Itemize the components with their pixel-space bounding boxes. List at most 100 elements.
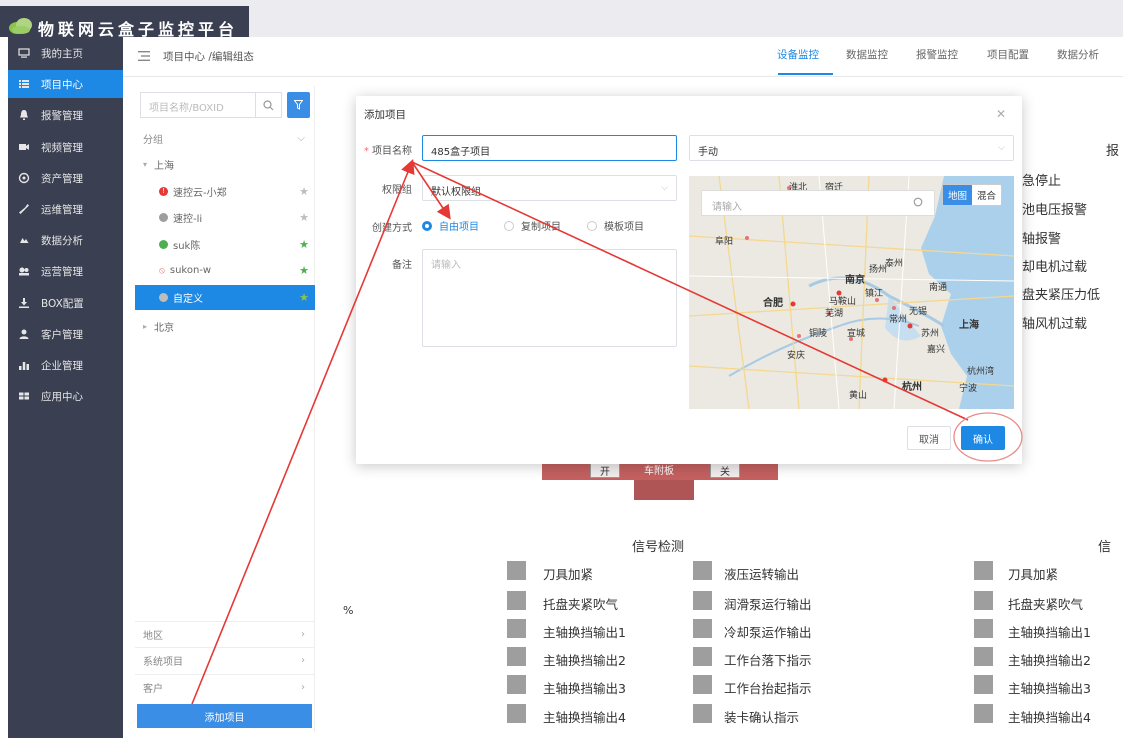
tab-device-monitor[interactable]: 设备监控 xyxy=(777,47,819,62)
signal-indicator xyxy=(507,647,526,666)
signal-label: 工作台落下指示 xyxy=(724,653,812,668)
signal-indicator xyxy=(974,619,993,638)
chevron-down-icon: ⌵ xyxy=(661,183,668,193)
sidebar-item[interactable]: 资产管理 xyxy=(8,164,123,192)
map-type-map[interactable]: 地图 xyxy=(943,185,973,205)
radio-free-project[interactable]: 自由项目 xyxy=(422,218,479,233)
user-group-icon xyxy=(17,327,31,341)
tab-project-config[interactable]: 项目配置 xyxy=(987,47,1029,62)
map-city-label: 无锡 xyxy=(909,307,928,317)
section-system-project[interactable]: 系统项目 › xyxy=(135,647,315,673)
close-icon[interactable]: ✕ xyxy=(996,107,1006,121)
sidebar-item[interactable]: 我的主页 xyxy=(8,39,123,67)
sidebar-item[interactable]: 客户管理 xyxy=(8,320,123,348)
tree-item[interactable]: 自定义 ★ xyxy=(135,285,315,310)
signal-indicator xyxy=(507,704,526,723)
star-icon[interactable]: ★ xyxy=(299,185,309,198)
sidebar-item[interactable]: 项目中心 xyxy=(8,70,123,98)
add-project-button[interactable]: 添加项目 xyxy=(137,704,312,728)
signal-label: 托盘夹紧吹气 xyxy=(543,597,619,612)
radio-copy-project[interactable]: 复制项目 xyxy=(504,218,561,233)
map-city-label: 黄山 xyxy=(849,391,868,401)
tree-group-beijing[interactable]: ▸ 北京 xyxy=(135,314,315,339)
star-icon[interactable]: ★ xyxy=(299,264,309,277)
search-icon xyxy=(263,99,274,110)
search-icon[interactable] xyxy=(913,197,924,208)
signal-indicator xyxy=(693,647,712,666)
signal-indicator xyxy=(507,591,526,610)
signal-label: 刀具加紧 xyxy=(1008,567,1059,582)
mode-select[interactable]: 手动 ⌵ xyxy=(689,135,1014,161)
radio-circle xyxy=(422,220,432,231)
signal-indicator xyxy=(507,675,526,694)
star-icon[interactable]: ★ xyxy=(299,211,309,224)
active-tab-indicator xyxy=(778,73,833,75)
map-city-label: 常州 xyxy=(889,315,908,325)
signal-label: 冷却泵运作输出 xyxy=(724,625,812,640)
perm-group-select[interactable]: 默认权限组 ⌵ xyxy=(422,175,677,201)
project-name-label-text: 项目名称 xyxy=(372,146,412,157)
section-label: 系统项目 xyxy=(143,657,183,668)
sidebar-item[interactable]: 数据分析 xyxy=(8,226,123,254)
tab-alarm-monitor[interactable]: 报警监控 xyxy=(916,47,958,62)
signal-label: 主轴换挡输出3 xyxy=(543,681,626,696)
radio-template-project[interactable]: 模板项目 xyxy=(587,218,644,233)
sidebar-item-label: 资产管理 xyxy=(41,172,83,185)
sidebar-item[interactable]: BOX配置 xyxy=(8,289,123,317)
menu-icon[interactable] xyxy=(138,51,150,61)
sidebar-item-label: 客户管理 xyxy=(41,328,83,341)
project-name-input[interactable]: 485盒子项目 xyxy=(422,135,677,161)
tree-item[interactable]: suk陈 ★ xyxy=(135,232,315,257)
note-textarea[interactable]: 请输入 xyxy=(422,249,677,347)
sidebar-item[interactable]: 运营管理 xyxy=(8,257,123,285)
chevron-right-icon: › xyxy=(301,655,305,666)
signal-indicator xyxy=(507,561,526,580)
group-header[interactable]: 分组 ⌵ xyxy=(135,126,315,151)
map-search-input[interactable]: 请输入 xyxy=(701,190,935,216)
tree-group-shanghai[interactable]: ▾ 上海 xyxy=(135,152,315,177)
tree-item[interactable]: 速控-li ★ xyxy=(135,205,315,230)
sidebar-item[interactable]: 报警管理 xyxy=(8,101,123,129)
filter-button[interactable] xyxy=(287,92,310,118)
breadcrumb: 项目中心 /编辑组态 xyxy=(163,51,254,63)
map-search-placeholder: 请输入 xyxy=(712,202,742,213)
users-icon xyxy=(17,264,31,278)
map-city-label: 宣城 xyxy=(847,329,866,339)
map-view[interactable]: 南京 合肥 上海 杭州 马鞍山 芜湖 无锡 苏州 常州 嘉兴 阜阳 安庆 黄山 … xyxy=(689,176,1014,409)
chevron-down-icon: ⌵ xyxy=(998,143,1005,153)
bell-icon xyxy=(17,108,31,122)
sidebar-item[interactable]: 企业管理 xyxy=(8,351,123,379)
sidebar-item[interactable]: 应用中心 xyxy=(8,382,123,410)
star-icon[interactable]: ★ xyxy=(299,238,309,251)
sidebar-item-label: 运维管理 xyxy=(41,203,83,216)
signal-indicator xyxy=(974,704,993,723)
section-customer[interactable]: 客户 › xyxy=(135,674,315,700)
project-search-input[interactable]: 项目名称/BOXID xyxy=(140,92,256,118)
tab-data-monitor[interactable]: 数据监控 xyxy=(846,47,888,62)
map-city-label: 杭州 xyxy=(902,382,922,393)
signal-indicator xyxy=(693,619,712,638)
signal-label: 主轴换挡输出3 xyxy=(1008,681,1091,696)
alarm-item-label: 盘夹紧压力低 xyxy=(1022,288,1101,303)
cancel-button[interactable]: 取消 xyxy=(907,426,951,450)
sidebar-item-label: 运营管理 xyxy=(41,265,83,278)
map-type-hybrid[interactable]: 混合 xyxy=(972,185,1001,205)
radio-label: 模板项目 xyxy=(604,222,644,233)
star-icon[interactable]: ★ xyxy=(299,291,309,304)
machine-close-label: 关 xyxy=(710,462,740,478)
org-icon xyxy=(17,358,31,372)
tree-item[interactable]: ⦸ sukon-w ★ xyxy=(135,258,315,283)
search-button[interactable] xyxy=(256,92,282,118)
section-region[interactable]: 地区 › xyxy=(135,621,315,647)
tree-item-label: 自定义 xyxy=(173,294,203,305)
signal-indicator xyxy=(974,647,993,666)
sidebar-item-label: 报警管理 xyxy=(41,109,83,122)
confirm-button[interactable]: 确认 xyxy=(961,426,1005,450)
signal-label: 主轴换挡输出4 xyxy=(543,710,626,725)
sidebar-item[interactable]: 视频管理 xyxy=(8,133,123,161)
sidebar-item[interactable]: 运维管理 xyxy=(8,195,123,223)
tab-data-analysis[interactable]: 数据分析 xyxy=(1057,47,1099,62)
map-city-label: 苏州 xyxy=(921,329,940,339)
tree-item[interactable]: ! 速控云-小郑 ★ xyxy=(135,179,315,204)
signal-indicator xyxy=(974,675,993,694)
